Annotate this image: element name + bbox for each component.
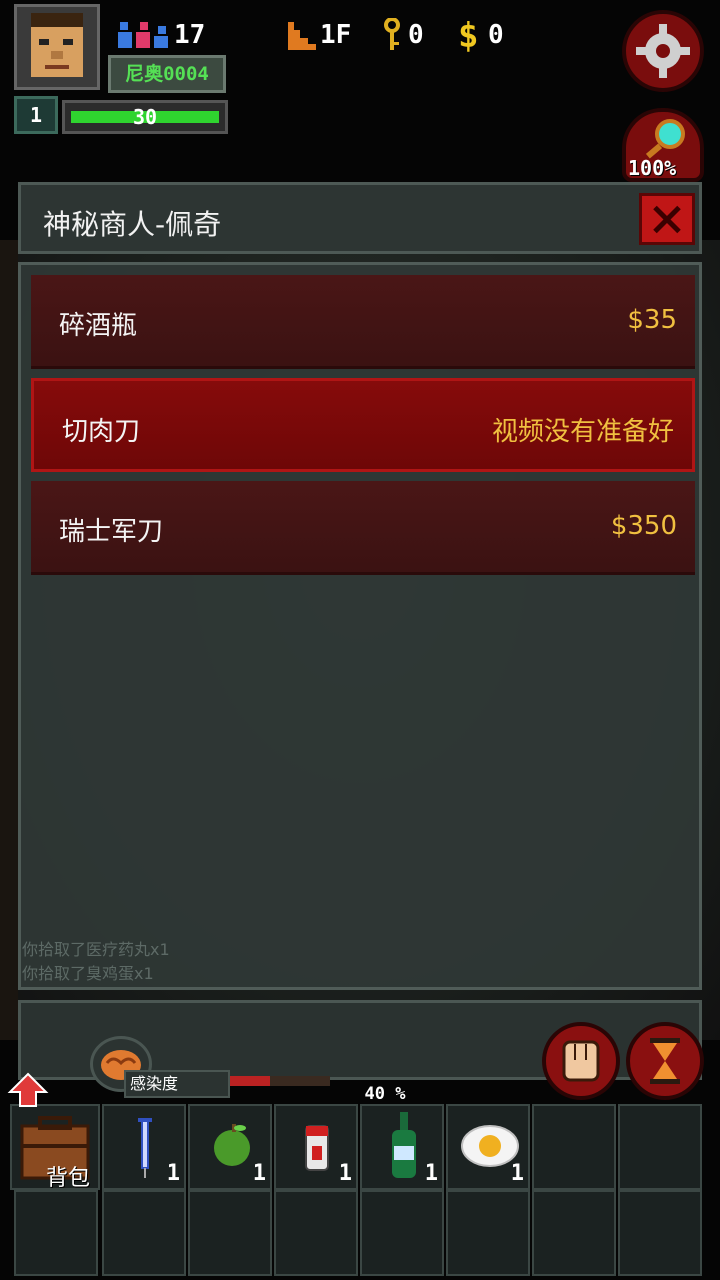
inventory-slot-empty[interactable] bbox=[102, 1190, 186, 1276]
hourglass-icon bbox=[650, 1038, 680, 1084]
zoom-level: 100% bbox=[628, 156, 677, 180]
key-icon bbox=[382, 17, 402, 56]
inventory-slot-empty[interactable] bbox=[188, 1190, 272, 1276]
upgrade-arrow-icon bbox=[6, 1072, 50, 1112]
gear-icon bbox=[636, 24, 690, 78]
backpack-button[interactable]: 背包 bbox=[10, 1104, 100, 1191]
message-log-line: 你拾取了医疗药丸x1 bbox=[22, 940, 170, 959]
shop-item-price: $350 bbox=[610, 511, 677, 541]
shop-item-name: 碎酒瓶 bbox=[59, 311, 138, 341]
infection-label: 感染度 bbox=[124, 1070, 230, 1098]
item-quantity: 1 bbox=[252, 1161, 266, 1186]
inventory-slot-empty[interactable] bbox=[618, 1104, 702, 1190]
infection-percent: 40 % bbox=[364, 1084, 406, 1104]
inventory-slot[interactable]: 1 bbox=[360, 1104, 444, 1190]
close-button[interactable] bbox=[639, 193, 695, 245]
hp-bar: 30 bbox=[62, 100, 228, 134]
fist-icon bbox=[562, 1040, 600, 1082]
inventory-slot[interactable]: 1 bbox=[446, 1104, 530, 1190]
inventory-slot-empty[interactable] bbox=[360, 1190, 444, 1276]
money-count: 0 bbox=[488, 20, 504, 50]
party-icon bbox=[118, 20, 174, 56]
inventory-slot[interactable]: 1 bbox=[102, 1104, 186, 1190]
inventory-slot-empty[interactable] bbox=[274, 1190, 358, 1276]
shop-item-price: $35 bbox=[627, 305, 677, 335]
item-quantity: 1 bbox=[424, 1161, 438, 1186]
shop-item-row[interactable]: 碎酒瓶 $35 bbox=[31, 275, 695, 369]
inventory-slot[interactable]: 1 bbox=[274, 1104, 358, 1190]
item-quantity: 1 bbox=[166, 1161, 180, 1186]
player-face-icon bbox=[31, 13, 83, 77]
item-quantity: 1 bbox=[338, 1161, 352, 1186]
shop-dialog-title: 神秘商人-佩奇 bbox=[43, 208, 222, 241]
shop-item-row[interactable]: 瑞士军刀 $350 bbox=[31, 481, 695, 575]
player-avatar[interactable] bbox=[14, 4, 100, 90]
player-name: 尼奥0004 bbox=[108, 55, 226, 93]
shop-item-name: 切肉刀 bbox=[62, 417, 141, 447]
infection-bar bbox=[230, 1076, 330, 1086]
inventory-slot-empty[interactable] bbox=[446, 1190, 530, 1276]
inventory-slot[interactable]: 1 bbox=[188, 1104, 272, 1190]
wait-button[interactable] bbox=[626, 1022, 704, 1100]
shop-dialog-header: 神秘商人-佩奇 bbox=[18, 182, 702, 254]
money-icon: $ bbox=[458, 16, 479, 56]
hp-value: 30 bbox=[132, 105, 158, 129]
message-log-line: 你拾取了臭鸡蛋x1 bbox=[22, 964, 154, 983]
shop-item-row[interactable]: 切肉刀 视频没有准备好 bbox=[31, 378, 695, 472]
inventory-slot-empty[interactable] bbox=[532, 1190, 616, 1276]
infection-bar-fill bbox=[230, 1076, 270, 1086]
party-count: 17 bbox=[174, 20, 206, 50]
floor-stairs-icon bbox=[286, 20, 318, 56]
inventory-slot-empty[interactable] bbox=[532, 1104, 616, 1190]
inventory-slot-empty[interactable] bbox=[14, 1190, 98, 1276]
key-count: 0 bbox=[408, 20, 424, 50]
shop-item-name: 瑞士军刀 bbox=[59, 517, 164, 547]
shop-item-list: 碎酒瓶 $35 切肉刀 视频没有准备好 瑞士军刀 $350 bbox=[18, 262, 702, 990]
backpack-label: 背包 bbox=[46, 1166, 91, 1191]
item-quantity: 1 bbox=[510, 1161, 524, 1186]
floor-value: 1F bbox=[320, 20, 352, 50]
attack-button[interactable] bbox=[542, 1022, 620, 1100]
player-level: 1 bbox=[14, 96, 58, 134]
settings-button[interactable] bbox=[622, 10, 704, 92]
shop-item-price: 视频没有准备好 bbox=[491, 417, 674, 447]
inventory-slot-empty[interactable] bbox=[618, 1190, 702, 1276]
